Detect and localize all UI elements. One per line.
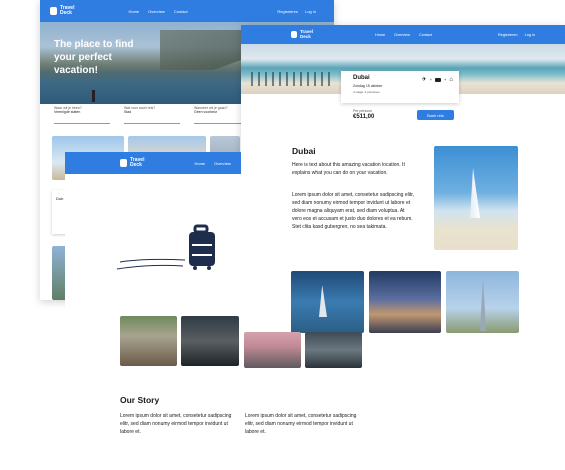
nav-auth: Registreren Log in [498,33,535,37]
car-icon [435,77,442,82]
nav-login[interactable]: Log in [525,33,535,37]
booking-date: Zondag 15 oktober [353,84,383,88]
search-destination[interactable]: Waar wil je heen? Verenigde staten [54,106,110,124]
gallery-image-1[interactable] [291,271,364,333]
brand-line2: Deck [60,10,72,16]
suitcase-icon [50,7,57,15]
detail-navbar: Travel Deck Home Overview Contact Registr… [241,25,565,44]
nav-register[interactable]: Registreren [277,9,298,14]
logo[interactable]: Travel Deck [291,29,313,39]
team-photo-4[interactable] [305,332,362,368]
detail-heading: Dubai [292,146,316,156]
detail-lorem: Lorem ipsum dolor sit amet, consetetur s… [292,192,414,230]
nav-auth: Registreren Log in [277,9,316,14]
about-navbar: Travel Deck Home Overview [65,152,241,174]
brand-line2: Deck [300,33,311,39]
team-photo-1[interactable] [120,316,177,366]
our-story-col-1: Lorem ipsum dolor sit amet, consetetur s… [120,413,232,435]
search-trip-type[interactable]: Wat voor soort reis? Stad [124,106,180,124]
logo[interactable]: Travel Deck [120,158,144,168]
gallery-image-2[interactable] [369,271,441,333]
nav-home[interactable]: Home [128,9,139,14]
nav-register[interactable]: Registreren [498,33,518,37]
plane-icon: ✈ [421,77,427,83]
hero-title: The place to find your perfect vacation! [54,39,134,76]
nav-overview[interactable]: Overview [214,161,231,166]
nav-links: Home Overview Contact [128,9,187,14]
home-navbar: Travel Deck Home Overview Contact Registr… [40,0,334,22]
price-label: Per persoon [353,109,373,113]
our-story-heading: Our Story [120,395,160,405]
house-icon: ⌂ [449,76,453,83]
nav-links: Home Overview Contact [375,33,432,37]
booking-people: 4 volgw. 2 personen [353,90,380,94]
nav-links: Home Overview [194,161,230,166]
nav-home[interactable]: Home [194,161,205,166]
nav-overview[interactable]: Overview [394,33,410,37]
suitcase-icon [291,31,297,38]
nav-contact[interactable]: Contact [419,33,432,37]
team-photo-3[interactable] [244,332,301,368]
logo[interactable]: Travel Deck [50,6,74,16]
gallery-image-3[interactable] [446,271,519,333]
dubai-page-screenshot: Travel Deck Home Overview Contact Registr… [241,25,565,470]
book-trip-button[interactable]: Boek reis [417,110,454,120]
nav-login[interactable]: Log in [305,9,316,14]
nav-contact[interactable]: Contact [174,9,188,14]
brand-line2: Deck [130,162,142,168]
detail-intro: Here is text about this amazing vacation… [292,162,405,176]
suitcase-illustration [116,224,215,270]
about-page-screenshot: Travel Deck Home Overview Our Story Lorem… [65,152,241,470]
booking-card: Dubai Zondag 15 oktober 4 volgw. 2 perso… [341,71,459,103]
nav-home[interactable]: Home [375,33,385,37]
booking-amenities: ✈ + + ⌂ [421,76,453,84]
price-value: €511,00 [353,114,375,120]
nav-overview[interactable]: Overview [148,9,165,14]
team-photo-2[interactable] [181,316,239,366]
our-story-col-2: Lorem ipsum dolor sit amet, consetetur s… [245,412,365,436]
suitcase-icon [120,159,127,167]
burj-al-arab-image[interactable] [434,146,518,250]
booking-city: Dubai [353,75,370,81]
